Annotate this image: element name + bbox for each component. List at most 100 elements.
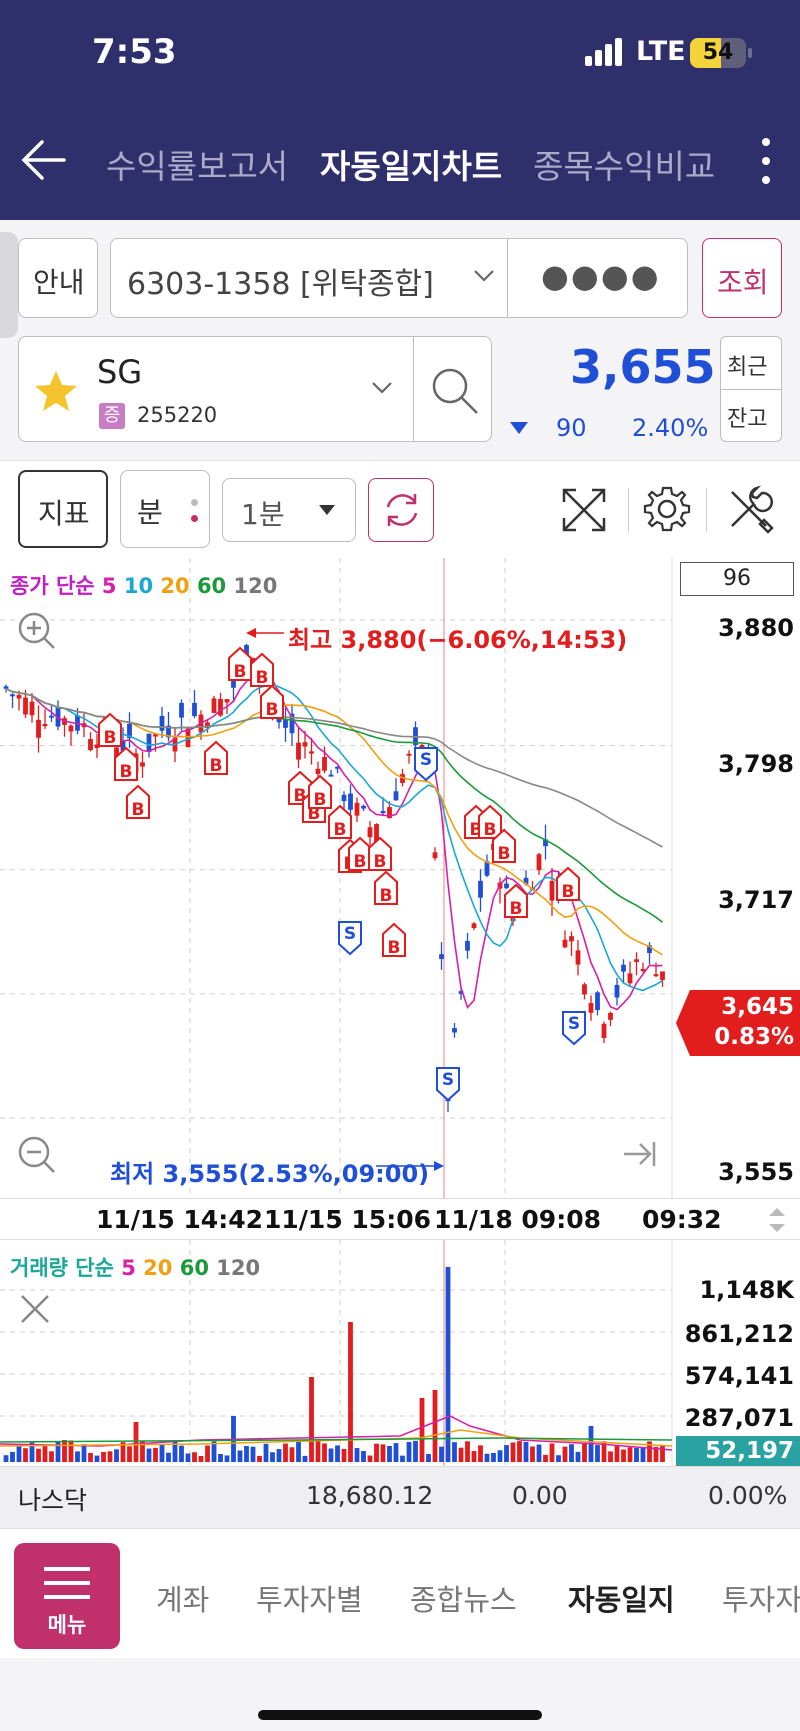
volume-bar (88, 1452, 93, 1462)
gear-icon[interactable] (642, 484, 692, 534)
ma120-legend: 120 (233, 574, 278, 598)
current-volume-tag: 52,197 (676, 1436, 800, 1466)
nav-investor[interactable]: 투자자별 (256, 1577, 363, 1619)
index-ticker[interactable]: 나스닥 18,680.12 0.00 0.00% (0, 1466, 800, 1528)
star-favorite-icon[interactable] (33, 369, 79, 413)
volume-bar (263, 1443, 269, 1462)
scroll-to-end-icon[interactable] (620, 1134, 660, 1174)
balance-label: 잔고 (727, 407, 768, 432)
nav-account[interactable]: 계좌 (156, 1577, 209, 1619)
tab-profit-report[interactable]: 수익률보고서 (106, 140, 288, 188)
candle-body (569, 936, 574, 942)
tools-icon[interactable] (724, 484, 774, 534)
price-change-pct: 2.40% (632, 414, 709, 442)
candle-body (439, 954, 444, 959)
svg-text:B: B (256, 668, 269, 688)
candle-count-box[interactable]: 96 (680, 562, 794, 596)
volume-bar (478, 1445, 483, 1462)
password-field[interactable]: ●●●● (541, 257, 661, 295)
x-tick: 11/15 15:06 (264, 1205, 431, 1234)
volume-bar (146, 1448, 152, 1462)
recent-balance-toggle[interactable]: 최근 잔고 (720, 336, 782, 442)
volume-legend: 거래량 단순 5 20 60 120 (10, 1252, 260, 1282)
candle-body (452, 1028, 457, 1033)
search-icon[interactable] (429, 365, 481, 417)
volume-bar (634, 1447, 639, 1462)
nav-news[interactable]: 종합뉴스 (410, 1577, 517, 1619)
stock-name: SG (97, 353, 143, 391)
buy-marker: B (260, 684, 284, 720)
volume-bar (75, 1451, 80, 1462)
close-icon[interactable] (18, 1292, 52, 1326)
volume-bar (23, 1448, 28, 1462)
volume-bar (283, 1443, 288, 1462)
volume-bar (549, 1443, 555, 1462)
menu-button[interactable]: 메뉴 (14, 1543, 120, 1649)
volume-bar (205, 1445, 210, 1462)
buy-marker: B (126, 784, 150, 820)
current-price-tag: 3,645 0.83% (676, 990, 800, 1056)
volume-bar (419, 1398, 425, 1462)
nav-auto-journal[interactable]: 자동일지 (568, 1577, 675, 1619)
candle-body (146, 733, 152, 752)
volume-bar (426, 1453, 431, 1462)
volume-chart[interactable]: 거래량 단순 5 20 60 120 1,148K 861,212 574,14… (0, 1240, 800, 1466)
nav-investor-more[interactable]: 투자자 (722, 1577, 800, 1619)
volume-bar (660, 1445, 665, 1462)
buy-marker: B (308, 774, 332, 810)
candle-body (302, 742, 308, 747)
indicator-button[interactable]: 지표 (18, 470, 108, 548)
query-button[interactable]: 조회 (702, 238, 782, 318)
volume-bar (257, 1455, 262, 1462)
volume-bar (569, 1444, 574, 1462)
volume-bar (608, 1451, 613, 1462)
y-tick: 3,555 (718, 1158, 794, 1186)
volume-bar (400, 1455, 405, 1462)
stock-select[interactable]: SG 증 255220 (18, 336, 492, 442)
price-chart[interactable]: BBBBBBBBBBBBBBBBBBBBBSSSS 종가 단순 5 10 20 … (0, 558, 800, 1198)
svg-text:S: S (344, 924, 356, 944)
interval-select[interactable]: 1분 (222, 478, 356, 542)
svg-text:B: B (374, 852, 387, 872)
volume-bar (614, 1445, 620, 1462)
vma60-legend: 60 (179, 1256, 209, 1280)
minute-button[interactable]: 분 (120, 470, 210, 548)
volume-bar (49, 1451, 54, 1462)
account-select[interactable]: 6303-1358 [위탁종합] ●●●● (110, 238, 688, 318)
back-arrow-icon[interactable] (20, 138, 68, 182)
guide-label: 안내 (33, 266, 85, 299)
expand-icon[interactable] (560, 486, 608, 534)
current-price: 3,655 (570, 340, 716, 394)
candle-body (49, 715, 54, 718)
candle-body (621, 964, 626, 972)
volume-bar (302, 1455, 308, 1462)
axis-resize-icon[interactable] (766, 1205, 788, 1235)
candle-body (465, 940, 470, 951)
buy-marker: B (368, 836, 392, 872)
side-drawer-handle[interactable] (0, 232, 18, 338)
tab-stock-profit-compare[interactable]: 종목수익비교 (533, 140, 715, 188)
candle-body (582, 984, 587, 995)
candle-body (29, 701, 35, 716)
volume-bar (341, 1448, 347, 1462)
candle-body (549, 880, 555, 901)
candle-body (614, 984, 620, 998)
candle-body (42, 723, 48, 727)
volume-bar (335, 1445, 340, 1462)
home-indicator[interactable] (258, 1710, 542, 1720)
volume-bar (3, 1455, 9, 1462)
zoom-out-icon[interactable] (14, 1132, 58, 1176)
volume-bar (211, 1441, 217, 1462)
guide-button[interactable]: 안내 (18, 238, 98, 318)
interval-value: 1분 (241, 498, 285, 531)
volume-bar (159, 1444, 165, 1462)
volume-bar (556, 1455, 561, 1462)
more-menu-icon[interactable] (760, 138, 770, 188)
svg-text:B: B (562, 882, 575, 902)
zoom-in-icon[interactable] (14, 608, 58, 652)
stock-code: 255220 (137, 403, 218, 427)
refresh-button[interactable] (368, 478, 434, 542)
down-triangle-icon (510, 422, 528, 434)
account-number: 6303-1358 [위탁종합] (127, 267, 434, 302)
tab-auto-journal-chart[interactable]: 자동일지차트 (320, 140, 502, 188)
